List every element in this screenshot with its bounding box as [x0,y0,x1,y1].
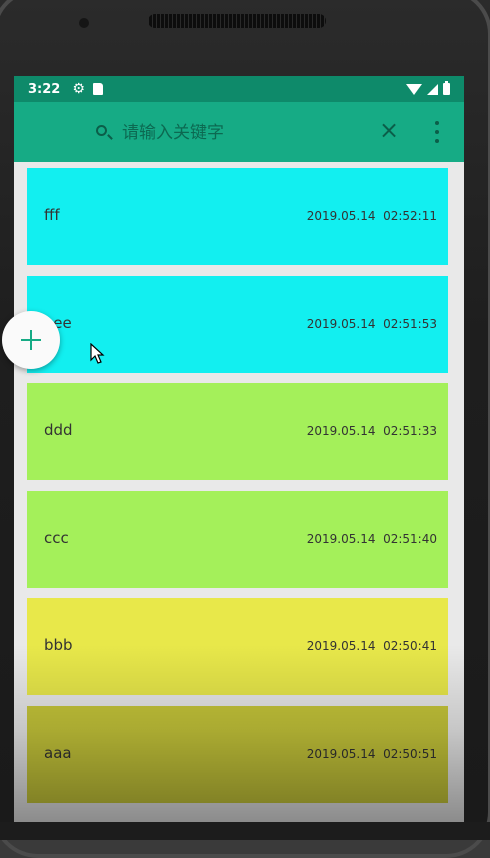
note-card[interactable]: ccc 2019.05.14 02:51:40 [27,491,448,588]
note-card[interactable]: fff 2019.05.14 02:52:11 [27,168,448,265]
note-title: aaa [44,744,72,762]
note-timestamp: 2019.05.14 02:51:33 [306,424,437,438]
front-camera [78,17,90,29]
plus-icon-stroke [30,330,32,350]
add-note-button[interactable] [2,311,60,369]
status-bar: 3:22 ⚙ [14,76,464,102]
signal-icon [427,83,438,95]
status-time: 3:22 [28,81,61,97]
note-timestamp: 2019.05.14 02:50:51 [306,747,437,761]
earpiece-speaker [148,14,326,28]
search-toolbar: × [14,102,464,162]
battery-icon [443,81,450,95]
note-timestamp: 2019.05.14 02:51:53 [306,317,437,331]
gear-icon: ⚙ [72,81,85,97]
note-title: fff [44,206,60,224]
sd-card-icon [92,83,103,95]
note-timestamp: 2019.05.14 02:52:11 [306,209,437,223]
notes-list: fff 2019.05.14 02:52:11 eee 2019.05.14 0… [14,162,464,840]
note-title: ccc [44,529,69,547]
close-icon[interactable]: × [378,118,400,142]
note-title: ddd [44,421,73,439]
search-icon [96,125,107,136]
more-options-icon[interactable] [434,121,440,143]
app-screen: 3:22 ⚙ × fff 2019.05.14 02:52:11 eee 201… [14,76,464,840]
note-card[interactable]: bbb 2019.05.14 02:50:41 [27,598,448,695]
mouse-cursor-icon [90,343,105,364]
status-icons [406,81,450,95]
note-timestamp: 2019.05.14 02:51:40 [306,532,437,546]
note-card[interactable]: aaa 2019.05.14 02:50:51 [27,706,448,803]
note-card[interactable]: ddd 2019.05.14 02:51:33 [27,383,448,480]
navigation-bar [0,822,490,840]
wifi-icon [406,83,422,95]
note-title: bbb [44,636,73,654]
note-timestamp: 2019.05.14 02:50:41 [306,639,437,653]
search-input[interactable] [120,118,364,148]
